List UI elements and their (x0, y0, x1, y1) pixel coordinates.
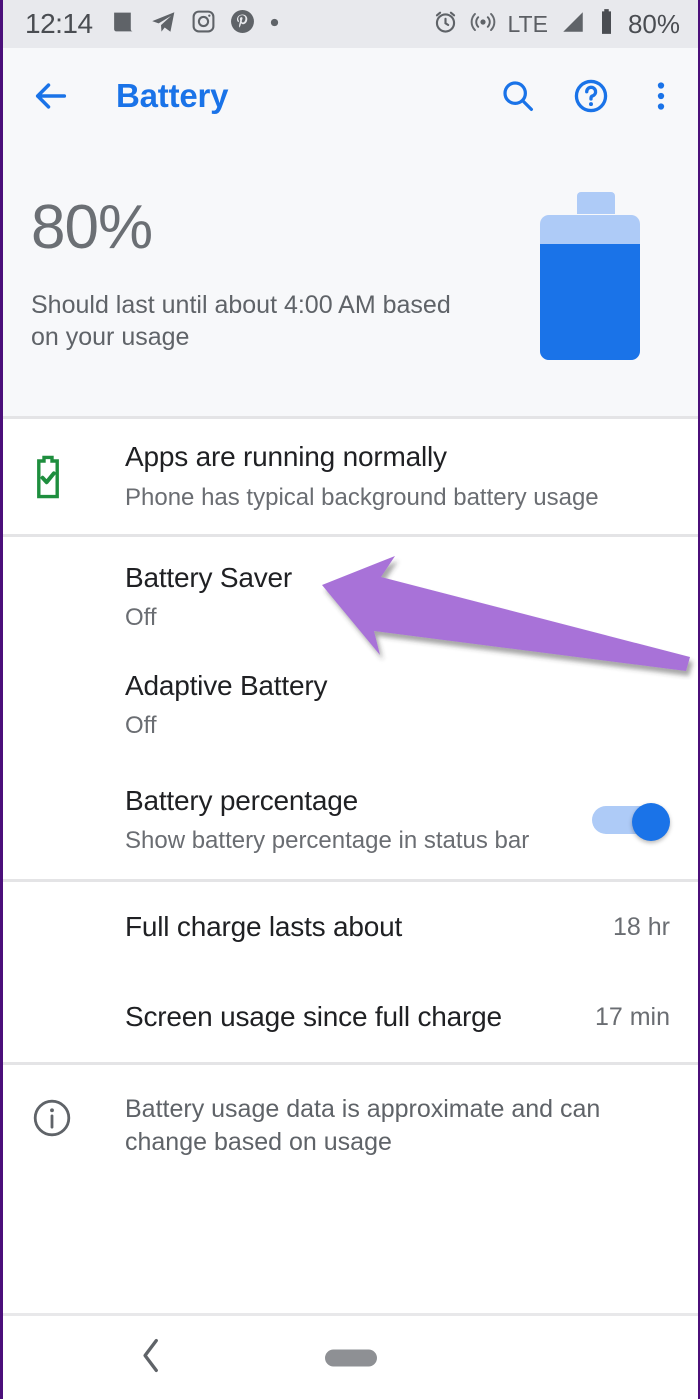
row-screen-usage[interactable]: Screen usage since full charge 17 min (3, 972, 698, 1062)
notification-icons (111, 9, 280, 40)
phone-screen: 12:14 LTE 80% Battery 80% Should last un… (0, 0, 700, 1399)
battery-cap (577, 192, 615, 214)
row-full-charge-body: Full charge lasts about (125, 910, 599, 944)
row-adaptive-battery[interactable]: Adaptive Battery Off (3, 649, 698, 761)
battery-percentage-toggle[interactable] (592, 803, 670, 841)
summary-text-block: 80% Should last until about 4:00 AM base… (31, 187, 518, 416)
status-bar: 12:14 LTE 80% (3, 0, 698, 48)
battery-summary-header: 80% Should last until about 4:00 AM base… (3, 143, 698, 416)
hotspot-icon (470, 9, 496, 40)
pinterest-icon (230, 9, 255, 39)
instagram-icon (191, 9, 216, 39)
help-circle-icon[interactable] (572, 77, 610, 115)
battery-body (540, 215, 640, 360)
status-indicators: LTE 80% (432, 8, 680, 40)
battery-estimate-text: Should last until about 4:00 AM based on… (31, 291, 451, 351)
row-title: Full charge lasts about (125, 911, 403, 943)
row-value: 17 min (594, 1002, 670, 1031)
row-app-status[interactable]: Apps are running normally Phone has typi… (3, 419, 698, 534)
row-title: Apps are running normally (125, 441, 447, 473)
row-subtitle: Off (125, 712, 157, 740)
alarm-clock-icon (432, 8, 459, 40)
row-title: Battery Saver (125, 561, 293, 593)
row-title: Screen usage since full charge (125, 1001, 502, 1033)
row-screen-usage-body: Screen usage since full charge (125, 1000, 581, 1034)
navigation-bar (3, 1313, 698, 1399)
nav-home-pill-icon[interactable] (324, 1349, 377, 1366)
row-title: Adaptive Battery (125, 669, 328, 701)
row-battery-percentage[interactable]: Battery percentage Show battery percenta… (3, 761, 698, 879)
battery-percent-large: 80% (31, 193, 153, 262)
row-full-charge[interactable]: Full charge lasts about 18 hr (3, 882, 698, 972)
battery-icon (598, 8, 615, 40)
page-title: Battery (116, 76, 229, 114)
search-icon[interactable] (499, 77, 536, 114)
row-subtitle: Off (125, 604, 157, 632)
footer-info-body: Battery usage data is approximate and ca… (125, 1093, 670, 1158)
signal-bars-icon (559, 9, 587, 40)
toggle-thumb (632, 803, 670, 841)
battery-check-icon (31, 455, 125, 499)
app-bar: Battery (3, 48, 698, 143)
row-adaptive-battery-body: Adaptive Battery Off (125, 669, 670, 742)
status-clock: 12:14 (25, 8, 93, 39)
nav-back-chevron-icon[interactable] (138, 1334, 164, 1381)
row-value: 18 hr (613, 912, 670, 941)
row-battery-saver[interactable]: Battery Saver Off (3, 537, 698, 649)
battery-fill-level (540, 244, 640, 360)
overflow-menu-icon[interactable] (646, 78, 676, 114)
info-circle-icon (31, 1093, 125, 1139)
back-arrow-icon[interactable] (31, 76, 71, 116)
battery-graphic (518, 187, 668, 416)
row-title: Battery percentage (125, 784, 358, 816)
row-battery-saver-body: Battery Saver Off (125, 561, 670, 634)
row-battery-percentage-body: Battery percentage Show battery percenta… (125, 784, 592, 857)
news-icon (111, 9, 136, 40)
footer-info-text: Battery usage data is approximate and ca… (125, 1095, 601, 1156)
row-subtitle: Show battery percentage in status bar (125, 827, 530, 855)
telegram-icon (150, 9, 177, 40)
network-type-label: LTE (507, 10, 548, 37)
status-battery-percent: 80% (627, 8, 680, 39)
row-subtitle: Phone has typical background battery usa… (125, 483, 599, 511)
row-app-status-body: Apps are running normally Phone has typi… (125, 440, 670, 513)
more-notifications-dot (269, 15, 280, 33)
row-footer-info: Battery usage data is approximate and ca… (3, 1065, 698, 1183)
app-bar-actions (499, 77, 676, 115)
